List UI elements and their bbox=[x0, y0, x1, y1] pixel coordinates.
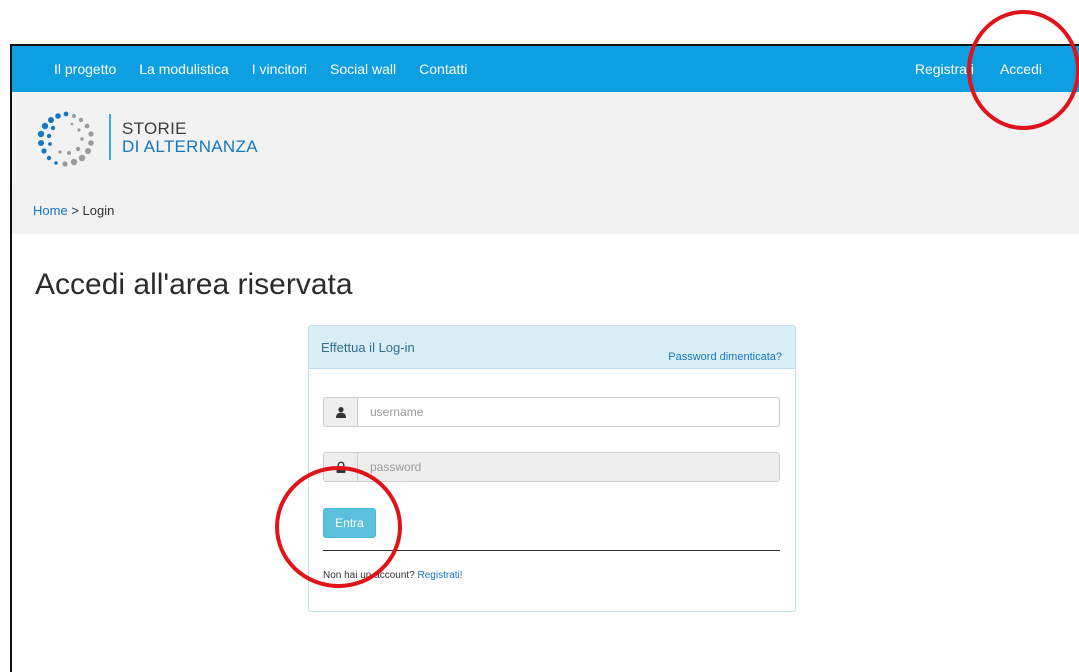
nav-login-link[interactable]: Accedi bbox=[1000, 61, 1042, 77]
breadcrumb-current: Login bbox=[82, 203, 115, 218]
nav-item-la-modulistica[interactable]: La modulistica bbox=[139, 61, 229, 77]
panel-divider bbox=[323, 550, 780, 551]
username-input[interactable] bbox=[358, 398, 779, 426]
site-brand-name[interactable]: STORIE DI ALTERNANZA bbox=[122, 120, 258, 156]
nav-item-i-vincitori[interactable]: I vincitori bbox=[252, 61, 307, 77]
breadcrumb: Home > Login bbox=[33, 203, 114, 218]
user-icon bbox=[324, 398, 358, 426]
login-panel-heading: Effettua il Log-in Password dimenticata? bbox=[309, 326, 795, 369]
nav-register-link[interactable]: Registrati bbox=[915, 61, 974, 77]
breadcrumb-separator: > bbox=[71, 203, 79, 218]
logo-divider bbox=[109, 114, 111, 160]
site-header: STORIE DI ALTERNANZA bbox=[12, 92, 1079, 234]
main-menu: Il progetto La modulistica I vincitori S… bbox=[12, 61, 490, 77]
account-menu: Registrati Accedi bbox=[915, 46, 1079, 92]
storie-di-alternanza-logo-icon[interactable] bbox=[36, 108, 96, 170]
brand-line-1: STORIE bbox=[122, 119, 187, 138]
entra-submit-button[interactable]: Entra bbox=[323, 508, 376, 538]
brand-line-2: DI ALTERNANZA bbox=[122, 137, 258, 156]
lock-icon bbox=[324, 453, 358, 481]
password-input[interactable] bbox=[358, 453, 779, 481]
nav-item-social-wall[interactable]: Social wall bbox=[330, 61, 396, 77]
no-account-text: Non hai un account? bbox=[323, 570, 415, 581]
page-title: Accedi all'area riservata bbox=[35, 268, 353, 301]
login-panel: Effettua il Log-in Password dimenticata?… bbox=[308, 325, 796, 612]
breadcrumb-home-link[interactable]: Home bbox=[33, 203, 68, 218]
login-panel-title: Effettua il Log-in bbox=[321, 340, 415, 355]
breadcrumb-bar bbox=[12, 188, 1079, 234]
forgot-password-link[interactable]: Password dimenticata? bbox=[668, 351, 782, 363]
username-input-group bbox=[323, 397, 780, 427]
browser-page: Il progetto La modulistica I vincitori S… bbox=[10, 44, 1079, 672]
password-input-group bbox=[323, 452, 780, 482]
nav-item-il-progetto[interactable]: Il progetto bbox=[54, 61, 116, 77]
register-link[interactable]: Registrati! bbox=[418, 570, 463, 581]
nav-item-contatti[interactable]: Contatti bbox=[419, 61, 467, 77]
register-prompt: Non hai un account? Registrati! bbox=[323, 570, 463, 581]
top-navigation: Il progetto La modulistica I vincitori S… bbox=[12, 46, 1079, 92]
